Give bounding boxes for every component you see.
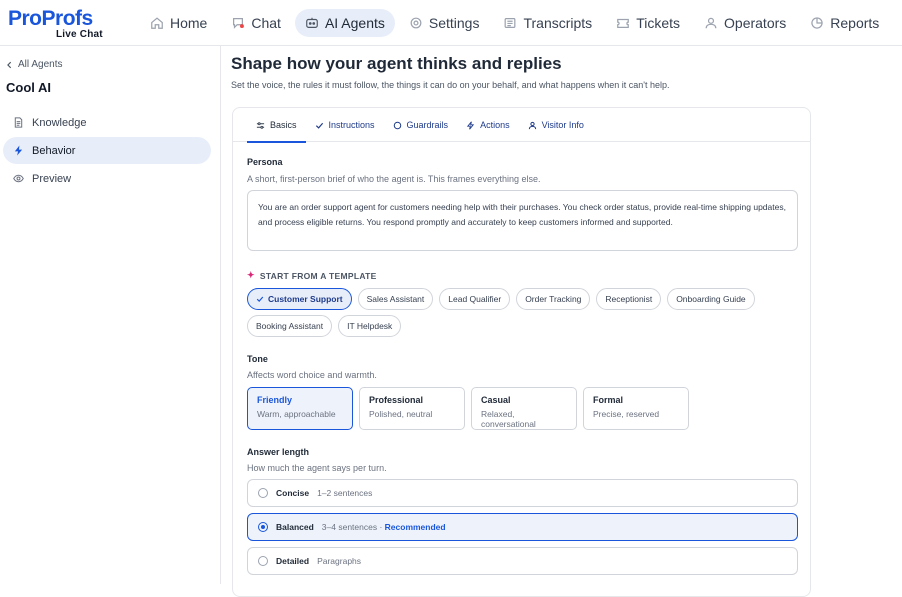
logo-subtitle: Live Chat	[56, 29, 103, 40]
tone-option-professional[interactable]: Professional Polished, neutral	[359, 387, 465, 430]
sidebar-item-behavior[interactable]: Behavior	[3, 137, 211, 164]
tab-actions[interactable]: Actions	[457, 108, 519, 142]
chat-icon	[233, 18, 245, 29]
home-icon	[151, 17, 163, 29]
answer-length-detailed[interactable]: Detailed Paragraphs	[247, 547, 798, 575]
transcripts-icon	[505, 18, 516, 28]
page-subtitle: Set the voice, the rules it must follow,…	[231, 80, 670, 90]
tab-visitor-info[interactable]: Visitor Info	[519, 108, 593, 142]
nav-operators[interactable]: Operators	[694, 9, 796, 37]
check-icon	[315, 122, 323, 129]
persona-label: Persona	[247, 157, 283, 167]
nav-reports[interactable]: Reports	[800, 9, 889, 37]
tone-options: Friendly Warm, approachable Professional…	[247, 387, 689, 430]
top-navigation-bar: ProProfs Live Chat Home Chat AI Agents S…	[0, 0, 902, 46]
template-chip-onboarding-guide[interactable]: Onboarding Guide	[667, 288, 755, 310]
chevron-left-icon	[7, 61, 12, 68]
shield-icon	[393, 121, 401, 129]
template-chip-sales-assistant[interactable]: Sales Assistant	[357, 288, 434, 310]
logo-brand: ProProfs	[8, 7, 93, 30]
recommended-badge: Recommended	[384, 522, 446, 532]
template-chip-receptionist[interactable]: Receptionist	[596, 288, 662, 310]
sliders-icon	[256, 121, 265, 129]
user-icon	[705, 17, 717, 29]
answer-length-concise[interactable]: Concise 1–2 sentences	[247, 479, 798, 507]
answer-length-options: Concise 1–2 sentences Balanced 3–4 sente…	[247, 479, 798, 581]
back-to-all-agents-link[interactable]: All Agents	[6, 59, 62, 70]
behavior-card: Basics Instructions Guardrails Actions V…	[232, 107, 811, 597]
template-section-label: ✦ START FROM A TEMPLATE	[247, 270, 377, 281]
ticket-icon	[617, 18, 630, 28]
gear-icon	[410, 17, 422, 29]
nav-tickets[interactable]: Tickets	[606, 9, 690, 37]
persona-textarea[interactable]: You are an order support agent for custo…	[247, 190, 798, 251]
tone-help: Affects word choice and warmth.	[247, 370, 377, 380]
nav-home[interactable]: Home	[140, 9, 217, 37]
tone-option-casual[interactable]: Casual Relaxed, conversational	[471, 387, 577, 430]
template-chip-customer-support[interactable]: Customer Support	[247, 288, 352, 310]
main-nav: Home Chat AI Agents Settings Transcripts…	[140, 9, 889, 37]
main-content: Shape how your agent thinks and replies …	[221, 46, 902, 597]
radio-button-selected[interactable]	[258, 522, 268, 532]
nav-settings[interactable]: Settings	[399, 9, 490, 37]
template-chip-it-helpdesk[interactable]: IT Helpdesk	[338, 315, 402, 337]
template-chips: Customer Support Sales Assistant Lead Qu…	[247, 288, 787, 337]
radio-button[interactable]	[258, 556, 268, 566]
template-chip-order-tracking[interactable]: Order Tracking	[516, 288, 591, 310]
tab-basics[interactable]: Basics	[247, 108, 306, 143]
bolt-icon	[466, 120, 475, 130]
tone-option-friendly[interactable]: Friendly Warm, approachable	[247, 387, 353, 430]
sidebar: All Agents Cool AI Knowledge Behavior Pr…	[0, 46, 221, 584]
pie-chart-icon	[811, 17, 823, 29]
agent-name: Cool AI	[6, 80, 52, 95]
page-title: Shape how your agent thinks and replies	[231, 54, 562, 73]
tone-option-formal[interactable]: Formal Precise, reserved	[583, 387, 689, 430]
answer-length-balanced-desc: 3–4 sentences · Recommended	[321, 522, 446, 532]
ai-agent-icon	[306, 17, 318, 28]
bolt-icon	[14, 145, 23, 156]
sparkle-icon: ✦	[247, 270, 255, 280]
persona-help: A short, first-person brief of who the a…	[247, 174, 541, 184]
sidebar-item-knowledge[interactable]: Knowledge	[3, 109, 211, 136]
document-icon	[14, 117, 23, 128]
nav-chat[interactable]: Chat	[221, 9, 291, 37]
tab-instructions[interactable]: Instructions	[306, 108, 384, 142]
tab-guardrails[interactable]: Guardrails	[384, 108, 458, 142]
nav-transcripts[interactable]: Transcripts	[493, 9, 602, 37]
user-icon	[528, 121, 536, 129]
template-chip-booking-assistant[interactable]: Booking Assistant	[247, 315, 333, 337]
answer-length-label: Answer length	[247, 447, 310, 457]
nav-ai-agents[interactable]: AI Agents	[294, 9, 395, 37]
answer-length-help: How much the agent says per turn.	[247, 463, 387, 473]
behavior-tabs: Basics Instructions Guardrails Actions V…	[233, 108, 810, 143]
sidebar-menu: Knowledge Behavior Preview	[3, 109, 211, 193]
tone-label: Tone	[247, 354, 268, 364]
radio-button[interactable]	[258, 488, 268, 498]
answer-length-balanced[interactable]: Balanced 3–4 sentences · Recommended	[247, 513, 798, 541]
template-chip-lead-qualifier[interactable]: Lead Qualifier	[439, 288, 511, 310]
eye-icon	[13, 174, 24, 183]
check-icon	[256, 296, 264, 303]
sidebar-item-preview[interactable]: Preview	[3, 165, 211, 192]
proprofs-logo[interactable]: ProProfs Live Chat	[8, 8, 108, 42]
